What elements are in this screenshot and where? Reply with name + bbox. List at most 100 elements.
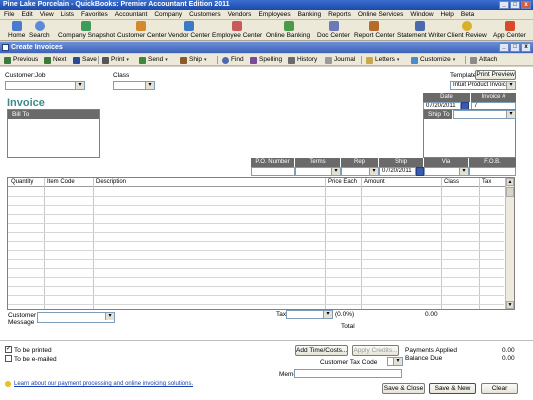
table-row[interactable] — [8, 214, 504, 215]
payment-processing-link[interactable]: Learn about our payment processing and o… — [14, 381, 193, 387]
ship-date-field[interactable]: 07/20/2011 — [379, 167, 416, 176]
spelling-button[interactable]: Spelling — [250, 55, 282, 65]
ship-to-dropdown[interactable] — [453, 110, 516, 119]
iconbar-customer-center[interactable]: Customer Center — [117, 21, 167, 40]
maximize-button[interactable]: □ — [510, 1, 520, 9]
menu-edit[interactable]: Edit — [21, 10, 32, 19]
po-number-field[interactable] — [251, 167, 295, 176]
to-be-printed-checkbox[interactable]: ✓ — [5, 346, 12, 353]
iconbar-home[interactable]: Home — [8, 21, 26, 40]
line-items-table[interactable]: Quantity Item Code Description Price Eac… — [7, 177, 515, 310]
clear-button[interactable]: Clear — [481, 383, 518, 394]
journal-button[interactable]: Journal — [325, 55, 355, 65]
scrollbar[interactable]: ▲ ▼ — [505, 178, 514, 309]
save-close-button[interactable]: Save & Close — [382, 383, 425, 394]
menu-view[interactable]: View — [40, 10, 54, 19]
find-button[interactable]: Find — [222, 55, 244, 65]
customize-button[interactable]: Customize ▾ — [411, 55, 455, 65]
menu-company[interactable]: Company — [154, 10, 182, 19]
table-row[interactable] — [8, 268, 504, 269]
scroll-up-icon[interactable]: ▲ — [506, 178, 514, 186]
history-button[interactable]: History — [288, 55, 317, 65]
customer-job-dropdown[interactable] — [5, 81, 85, 90]
app-icon — [505, 21, 515, 31]
rep-dropdown[interactable] — [341, 167, 379, 176]
table-row[interactable] — [8, 205, 504, 206]
menu-vendors[interactable]: Vendors — [228, 10, 252, 19]
iconbar-statement-writer[interactable]: Statement Writer — [397, 21, 446, 40]
close-button[interactable]: x — [521, 1, 531, 9]
total-label: Total — [341, 323, 355, 330]
window-maximize-button[interactable]: □ — [510, 43, 520, 52]
save-new-button[interactable]: Save & New — [429, 383, 476, 394]
previous-button[interactable]: Previous — [4, 55, 38, 65]
fob-field[interactable] — [469, 167, 516, 176]
menu-customers[interactable]: Customers — [189, 10, 220, 19]
menu-banking[interactable]: Banking — [298, 10, 322, 19]
table-row[interactable] — [8, 295, 504, 296]
icon-bar: Home Search Company Snapshot Customer Ce… — [0, 20, 533, 41]
send-button[interactable]: Send ▾ — [139, 55, 168, 65]
menu-favorites[interactable]: Favorites — [81, 10, 108, 19]
table-row[interactable] — [8, 223, 504, 224]
menu-accountant[interactable]: Accountant — [115, 10, 148, 19]
iconbar-doc-center[interactable]: Doc Center — [317, 21, 351, 40]
iconbar-online-banking[interactable]: Online Banking — [266, 21, 312, 40]
po-number-header: P.O. Number — [251, 158, 295, 167]
via-dropdown[interactable] — [424, 167, 469, 176]
window-close-button[interactable]: x — [521, 43, 531, 52]
iconbar-company-snapshot[interactable]: Company Snapshot — [58, 21, 115, 40]
class-dropdown[interactable] — [113, 81, 155, 90]
letter-icon — [366, 56, 373, 64]
menu-online-services[interactable]: Online Services — [358, 10, 404, 19]
customer-message-dropdown[interactable] — [37, 312, 115, 323]
menu-help[interactable]: Help — [441, 10, 454, 19]
apply-credits-button[interactable]: Apply Credits... — [352, 345, 399, 356]
menu-window[interactable]: Window — [410, 10, 433, 19]
menu-beta[interactable]: Beta — [461, 10, 474, 19]
customer-tax-code-dropdown[interactable] — [387, 357, 403, 366]
table-row[interactable] — [8, 259, 504, 260]
save-button[interactable]: Save — [73, 55, 97, 65]
table-row[interactable] — [8, 250, 504, 251]
window-minimize-button[interactable]: _ — [499, 43, 509, 52]
iconbar-vendor-center[interactable]: Vendor Center — [168, 21, 210, 40]
table-row[interactable] — [8, 196, 504, 197]
iconbar-app-center[interactable]: App Center — [493, 21, 527, 40]
ship-to-box[interactable]: Ship To — [423, 109, 516, 158]
attach-button[interactable]: Attach — [470, 55, 497, 65]
to-be-emailed-checkbox[interactable] — [5, 355, 12, 362]
scroll-down-icon[interactable]: ▼ — [506, 301, 514, 309]
table-row[interactable] — [8, 241, 504, 242]
calendar-icon[interactable] — [416, 167, 424, 176]
menu-lists[interactable]: Lists — [61, 10, 74, 19]
paperclip-icon — [470, 56, 477, 64]
arrow-left-icon — [4, 56, 11, 64]
tax-item-dropdown[interactable] — [286, 310, 333, 319]
customer-message-label: Customer Message — [8, 312, 37, 326]
bill-to-box[interactable]: Bill To — [7, 109, 100, 158]
minimize-button[interactable]: _ — [499, 1, 509, 9]
add-time-costs-button[interactable]: Add Time/Costs... — [295, 345, 348, 356]
letters-button[interactable]: Letters ▾ — [366, 55, 399, 65]
scroll-thumb[interactable] — [506, 187, 514, 197]
menu-file[interactable]: File — [4, 10, 14, 19]
table-row[interactable] — [8, 277, 504, 278]
memo-field[interactable] — [294, 369, 402, 378]
iconbar-employee-center[interactable]: Employee Center — [212, 21, 262, 40]
iconbar-client-review[interactable]: Client Review — [447, 21, 487, 40]
print-button[interactable]: Print ▾ — [102, 55, 129, 65]
window-icon — [2, 44, 9, 51]
iconbar-search[interactable]: Search — [29, 21, 51, 40]
table-row[interactable] — [8, 232, 504, 233]
template-dropdown[interactable]: Intuit Product Invoice — [450, 81, 516, 90]
next-button[interactable]: Next — [44, 55, 66, 65]
terms-dropdown[interactable] — [295, 167, 341, 176]
menu-reports[interactable]: Reports — [328, 10, 351, 19]
table-row[interactable] — [8, 304, 504, 305]
iconbar-report-center[interactable]: Report Center — [354, 21, 395, 40]
ship-button[interactable]: Ship ▾ — [180, 55, 207, 65]
table-row[interactable] — [8, 286, 504, 287]
menu-employees[interactable]: Employees — [258, 10, 290, 19]
print-preview-button[interactable]: Print Preview — [475, 70, 516, 80]
